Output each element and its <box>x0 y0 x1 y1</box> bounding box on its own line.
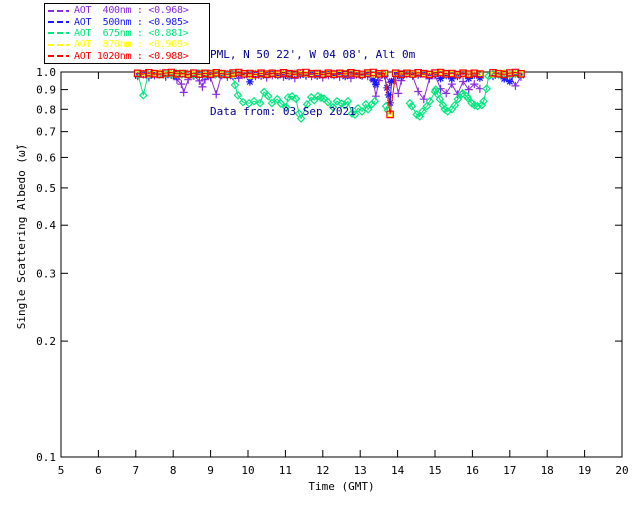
x-tick-label: 16 <box>466 464 479 477</box>
x-tick-label: 17 <box>503 464 516 477</box>
x-tick-label: 13 <box>354 464 367 477</box>
site-location-line: PML, N 50 22', W 04 08', Alt 0m <box>210 48 416 61</box>
dashed-line-sample-icon <box>48 55 69 58</box>
x-tick-label: 20 <box>615 464 628 477</box>
x-tick-label: 10 <box>241 464 254 477</box>
y-tick-label: 1.0 <box>36 66 56 79</box>
dashed-line-sample-icon <box>48 32 69 35</box>
y-tick-label: 0.5 <box>36 182 56 195</box>
legend-label: AOT 675nm : <0.881> <box>74 27 189 39</box>
x-tick-label: 6 <box>95 464 102 477</box>
x-tick-label: 15 <box>428 464 441 477</box>
legend-item-aot-870nm: AOT 870nm : <0.989> <box>48 39 206 50</box>
y-tick-label: 0.9 <box>36 84 56 97</box>
y-tick-label: 0.1 <box>36 451 56 464</box>
y-tick-label: 0.6 <box>36 151 56 164</box>
x-tick-label: 9 <box>207 464 214 477</box>
y-tick-label: 0.4 <box>36 219 56 232</box>
dashed-line-sample-icon <box>48 21 69 24</box>
y-tick-label: 0.2 <box>36 335 56 348</box>
x-tick-label: 8 <box>170 464 177 477</box>
x-axis-title: Time (GMT) <box>308 480 374 493</box>
x-tick-label: 14 <box>391 464 405 477</box>
legend-box: AOT 400nm : <0.968> AOT 500nm : <0.985> … <box>44 3 210 64</box>
dashed-line-sample-icon <box>48 43 69 46</box>
legend-item-aot-675nm: AOT 675nm : <0.881> <box>48 28 206 39</box>
chart-header: PML, N 50 22', W 04 08', Alt 0m Data fro… <box>210 7 415 159</box>
legend-item-aot-1020nm: AOT 1020nm : <0.988> <box>48 51 206 62</box>
y-tick-label: 0.3 <box>36 267 56 280</box>
y-axis-title: Single Scattering Albedo (ω̃) <box>15 144 28 329</box>
y-tick-label: 0.8 <box>36 103 56 116</box>
x-tick-label: 12 <box>316 464 329 477</box>
y-tick-label: 0.7 <box>36 126 56 139</box>
legend-item-aot-400nm: AOT 400nm : <0.968> <box>48 5 206 16</box>
dashed-line-sample-icon <box>48 9 69 12</box>
x-tick-label: 7 <box>132 464 139 477</box>
plot-page: 5 6 7 8 9 10 11 12 13 14 15 16 17 18 19 20 Time (GMT) 1.0… <box>0 0 640 512</box>
x-tick-label: 11 <box>279 464 292 477</box>
legend-item-aot-500nm: AOT 500nm : <0.985> <box>48 17 206 28</box>
data-date-line: Data from: 03 Sep 2021 <box>210 105 356 118</box>
x-tick-label: 18 <box>541 464 554 477</box>
x-tick-label: 19 <box>578 464 591 477</box>
legend-label: AOT 500nm : <0.985> <box>74 16 189 28</box>
legend-label: AOT 1020nm : <0.988> <box>74 50 189 62</box>
x-tick-label: 5 <box>58 464 65 477</box>
legend-label: AOT 870nm : <0.989> <box>74 39 189 51</box>
legend-label: AOT 400nm : <0.968> <box>74 5 189 17</box>
